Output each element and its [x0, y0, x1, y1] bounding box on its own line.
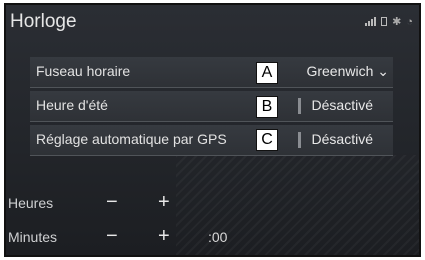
setting-value: Désactivé [311, 97, 373, 113]
setting-row-daylight-saving[interactable]: Heure d'été Désactivé [30, 91, 393, 122]
status-bar: ✱ ◔ [365, 15, 413, 28]
time-zone-dropdown[interactable]: Greenwich ⌄ [306, 63, 389, 80]
setting-label: Heure d'été [36, 97, 108, 113]
minutes-label: Minutes [8, 229, 58, 245]
callout-c: C [256, 129, 278, 151]
wifi-icon: ◔ [406, 15, 413, 28]
page-title: Horloge [10, 11, 77, 32]
setting-label: Réglage automatique par GPS [36, 131, 227, 147]
battery-icon [381, 17, 388, 26]
callout-b: B [256, 96, 278, 118]
signal-icon [365, 17, 377, 26]
minutes-plus-button[interactable]: + [158, 226, 170, 246]
setting-value: Greenwich [306, 63, 374, 79]
chevron-down-icon: ⌄ [377, 63, 389, 79]
setting-row-gps-auto-adjust[interactable]: Réglage automatique par GPS Désactivé [30, 125, 393, 156]
hours-plus-button[interactable]: + [158, 192, 170, 212]
toggle-indicator [298, 98, 301, 114]
minutes-minus-button[interactable]: − [106, 226, 118, 246]
setting-label: Fuseau horaire [36, 63, 131, 79]
bluetooth-icon: ✱ [392, 16, 402, 28]
callout-a: A [256, 62, 278, 84]
toggle-indicator [298, 132, 301, 148]
hours-minus-button[interactable]: − [106, 192, 118, 212]
setting-value: Désactivé [311, 131, 373, 147]
hours-label: Heures [8, 195, 54, 211]
setting-row-time-zone[interactable]: Fuseau horaire Greenwich ⌄ [30, 57, 393, 88]
clock-settings-screen: Horloge ✱ ◔ Fuseau horaire Greenwich ⌄ H… [4, 3, 421, 257]
minutes-reset-button[interactable]: :00 [208, 229, 227, 245]
